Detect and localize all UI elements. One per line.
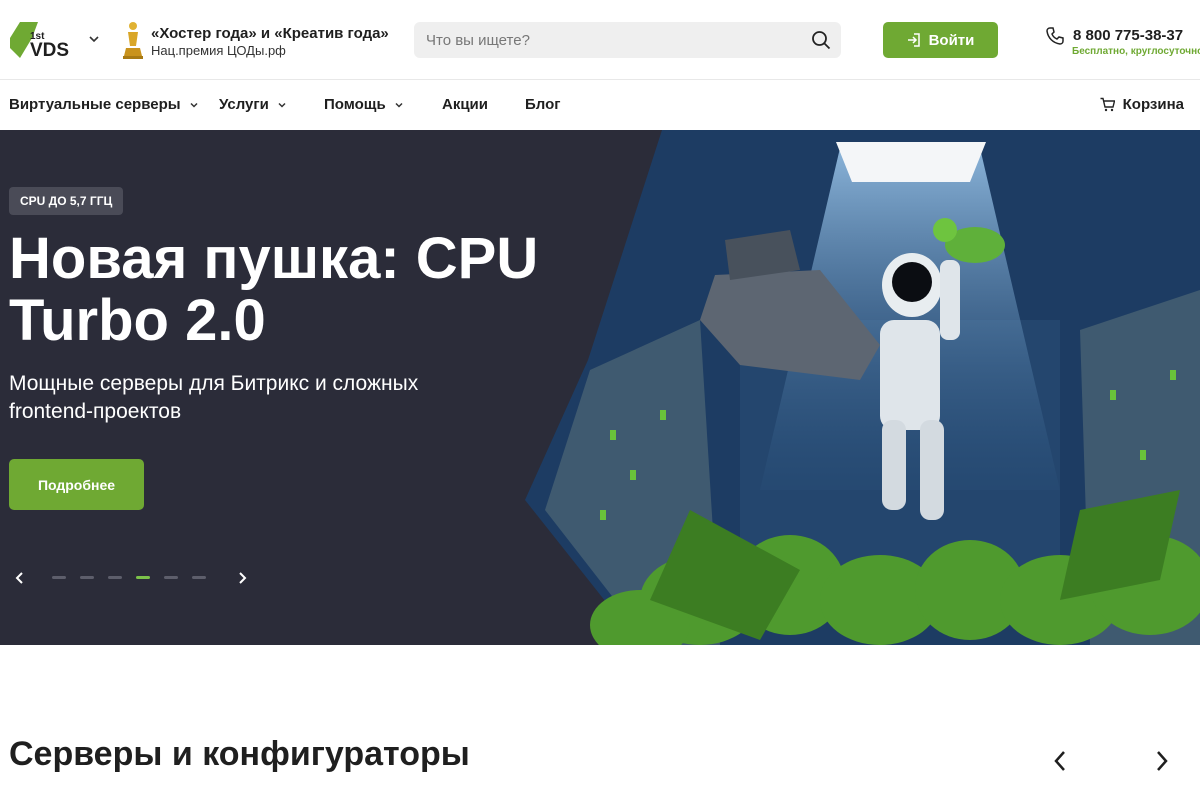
nav-item-virtual-servers[interactable]: Виртуальные серверы <box>9 96 199 113</box>
nav-item-services[interactable]: Услуги <box>219 96 287 113</box>
chevron-down-icon <box>278 102 286 108</box>
search-icon[interactable] <box>811 30 831 50</box>
nav-item-label: Помощь <box>324 96 386 113</box>
chevron-down-icon <box>190 102 198 108</box>
logo-vds: VDS <box>30 40 69 61</box>
hero-banner: CPU ДО 5,7 ГГЦ Новая пушка: CPU Turbo 2.… <box>0 130 1200 645</box>
phone-icon <box>1046 27 1064 45</box>
nav-item-help[interactable]: Помощь <box>324 96 404 113</box>
nav-item-promotions[interactable]: Акции <box>442 96 488 113</box>
award-title[interactable]: «Хостер года» и «Креатив года» <box>151 25 389 42</box>
vds-logo[interactable]: 1st VDS <box>8 18 78 62</box>
award-subtitle[interactable]: Нац.премия ЦОДы.рф <box>151 43 286 58</box>
nav-item-label: Виртуальные серверы <box>9 96 181 113</box>
main-nav: Виртуальные серверы Услуги Помощь Акции … <box>0 81 1200 129</box>
search-box <box>414 22 841 58</box>
chevron-down-icon[interactable] <box>88 33 100 45</box>
login-label: Войти <box>928 31 975 49</box>
hero-more-button[interactable]: Подробнее <box>9 459 144 510</box>
slider-dots <box>52 576 206 579</box>
chevron-left-icon[interactable] <box>12 570 28 586</box>
login-button[interactable]: Войти <box>883 22 998 58</box>
chevron-right-icon[interactable] <box>1152 748 1172 774</box>
chevron-down-icon <box>395 102 403 108</box>
phone-note: Бесплатно, круглосуточно <box>1072 46 1200 57</box>
trophy-icon <box>123 22 143 59</box>
section-title: Серверы и конфигураторы <box>9 735 470 773</box>
cart-label: Корзина <box>1122 96 1184 113</box>
login-icon <box>907 33 920 47</box>
nav-item-label: Акции <box>442 96 489 113</box>
nav-item-label: Блог <box>525 96 561 113</box>
chevron-left-icon[interactable] <box>1050 748 1070 774</box>
cart-icon <box>1100 97 1115 112</box>
hero-title: Новая пушка: CPU Turbo 2.0 <box>9 226 539 353</box>
hero-badge: CPU ДО 5,7 ГГЦ <box>9 187 124 215</box>
nav-item-label: Услуги <box>219 96 269 113</box>
chevron-right-icon[interactable] <box>234 570 250 586</box>
top-header: 1st VDS «Хостер года» и «Креатив года» Н… <box>0 0 1200 80</box>
slider-dot-active[interactable] <box>136 576 150 579</box>
slider-dot[interactable] <box>192 576 206 579</box>
slider-dot[interactable] <box>108 576 122 579</box>
slider-dot[interactable] <box>52 576 66 579</box>
nav-item-blog[interactable]: Блог <box>525 96 561 113</box>
hero-subtitle: Мощные серверы для Битрикс и сложных fro… <box>9 372 419 423</box>
cart-link[interactable]: Корзина <box>1100 96 1184 113</box>
search-input[interactable] <box>414 22 794 58</box>
phone-number[interactable]: 8 800 775-38-37 <box>1073 27 1183 44</box>
slider-dot[interactable] <box>80 576 94 579</box>
slider-dot[interactable] <box>164 576 178 579</box>
